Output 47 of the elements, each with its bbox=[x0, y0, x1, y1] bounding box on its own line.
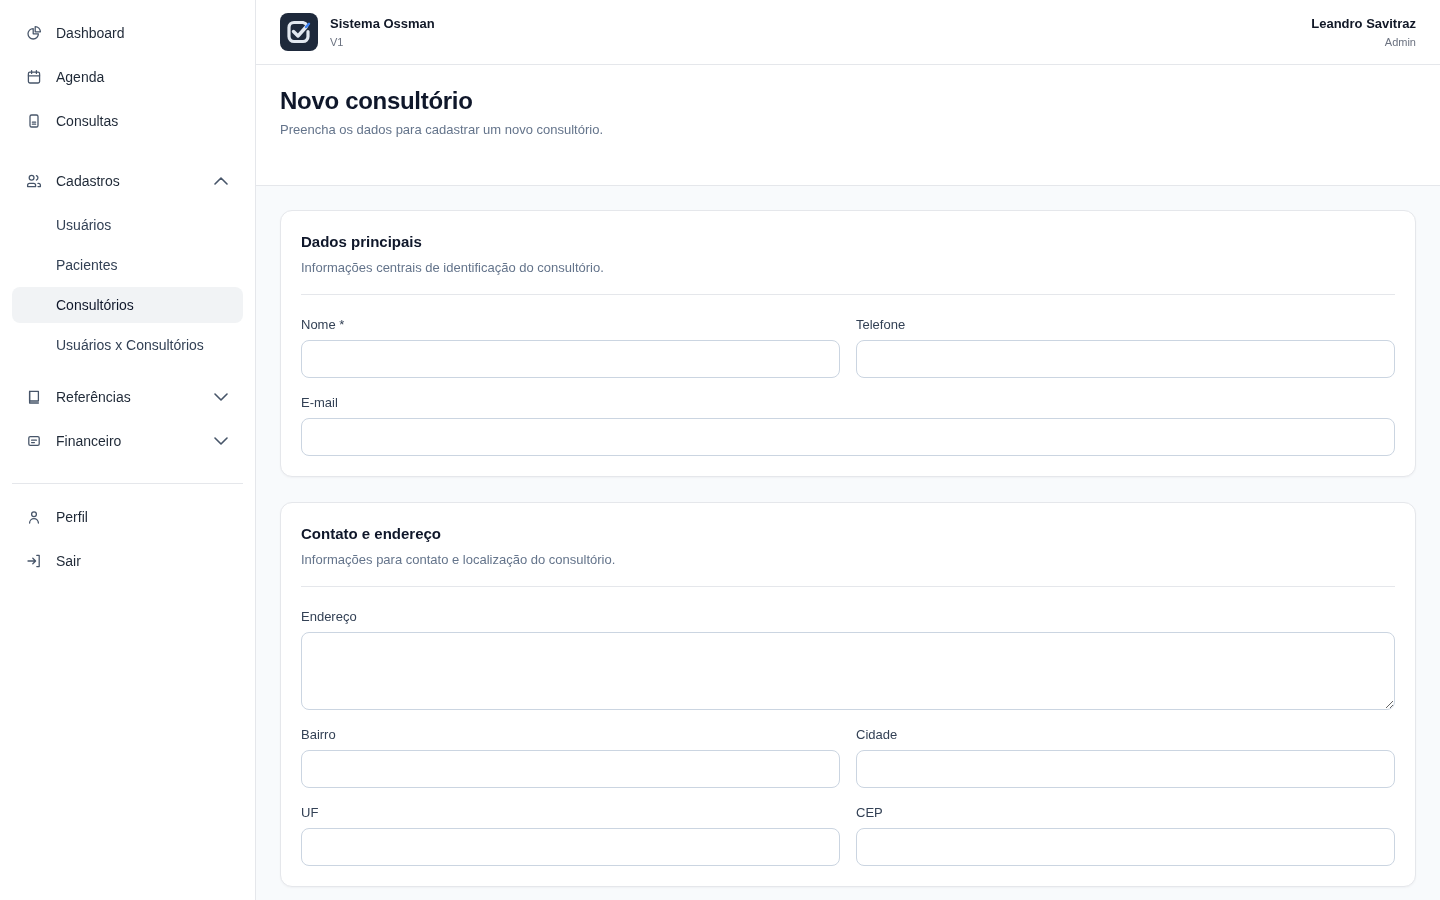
text-input[interactable] bbox=[856, 340, 1395, 378]
field-label: Bairro bbox=[301, 726, 337, 744]
nav-item[interactable]: Perfil bbox=[12, 499, 243, 535]
field-label: UF bbox=[301, 804, 320, 822]
section-description: Informações para contato e localização do consultório. bbox=[301, 551, 617, 569]
logout-icon bbox=[26, 553, 42, 569]
nav-item[interactable]: Agenda bbox=[12, 59, 243, 95]
field-label: Cidade bbox=[856, 726, 899, 744]
calendar-icon bbox=[26, 69, 42, 85]
field-label: Telefone bbox=[856, 316, 907, 334]
submenu-item[interactable]: Pacientes bbox=[12, 247, 243, 283]
page-subtitle: Preencha os dados para cadastrar um novo consultório. bbox=[280, 121, 605, 139]
user-name: Leandro Savitraz bbox=[1311, 15, 1416, 32]
text-area[interactable] bbox=[301, 632, 1395, 710]
nav-group-toggle[interactable]: Referências bbox=[12, 379, 243, 415]
users-icon bbox=[26, 173, 42, 189]
user-role: Admin bbox=[1384, 34, 1416, 49]
list-card-icon bbox=[26, 433, 42, 449]
section-title: Dados principais bbox=[301, 232, 423, 252]
nav-item[interactable]: Sair bbox=[12, 543, 243, 579]
logo-icon bbox=[280, 13, 318, 51]
user-icon bbox=[26, 509, 42, 525]
app-name: Sistema Ossman bbox=[330, 15, 435, 32]
text-input[interactable] bbox=[301, 340, 840, 378]
book-icon bbox=[26, 389, 42, 405]
section-description: Informações centrais de identificação do consultório. bbox=[301, 259, 605, 277]
text-input[interactable] bbox=[856, 750, 1395, 788]
text-input[interactable] bbox=[856, 828, 1395, 866]
nav-item[interactable]: Consultas bbox=[12, 103, 243, 139]
field-label: Endereço bbox=[301, 608, 358, 626]
field-label: E-mail bbox=[301, 394, 339, 412]
document-icon bbox=[26, 113, 42, 129]
nav-group-toggle[interactable]: Cadastros bbox=[12, 163, 243, 199]
section-title: Contato e endereço bbox=[301, 524, 443, 544]
submenu-item[interactable]: Usuários x Consultórios bbox=[12, 327, 243, 363]
submenu-item[interactable]: Usuários bbox=[12, 207, 243, 243]
field-label: Nome * bbox=[301, 316, 346, 334]
text-input[interactable] bbox=[301, 828, 840, 866]
pie-chart-icon bbox=[26, 25, 42, 41]
submenu-item[interactable]: Consultórios bbox=[12, 287, 243, 323]
text-input[interactable] bbox=[301, 418, 1395, 456]
text-input[interactable] bbox=[301, 750, 840, 788]
nav-item[interactable]: Dashboard bbox=[12, 15, 243, 51]
nav-group-toggle[interactable]: Financeiro bbox=[12, 423, 243, 459]
app-version: V1 bbox=[330, 34, 345, 49]
field-label: CEP bbox=[856, 804, 884, 822]
page-title: Novo consultório bbox=[280, 86, 474, 116]
